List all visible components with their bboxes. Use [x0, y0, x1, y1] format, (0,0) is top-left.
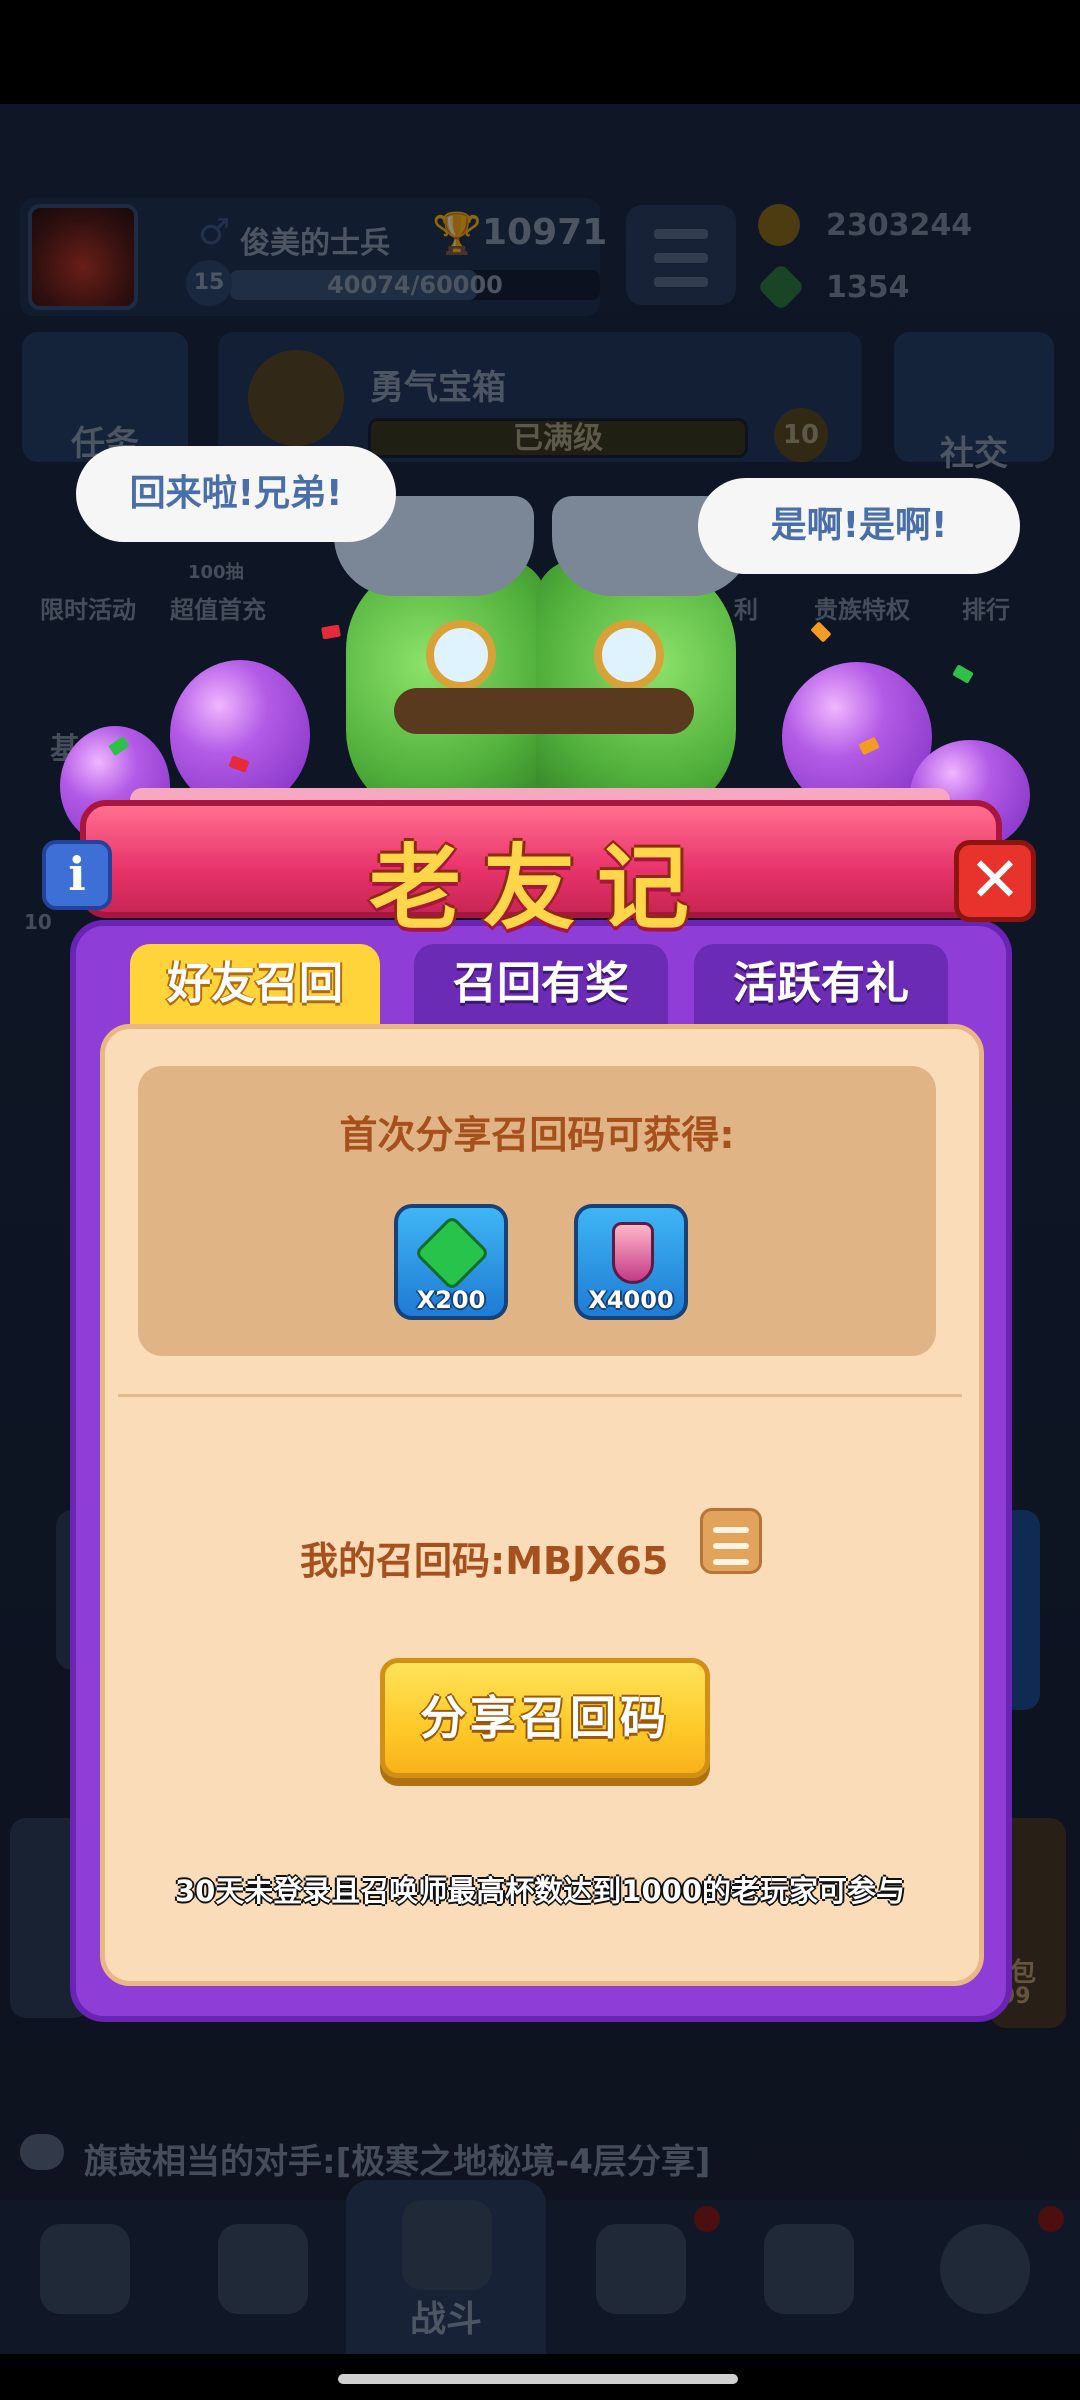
- tab-friend-recall[interactable]: 好友召回: [130, 944, 380, 1024]
- divider: [118, 1394, 962, 1397]
- eligibility-note: 30天未登录且召唤师最高杯数达到1000的老玩家可参与: [174, 1874, 906, 1908]
- copy-code-button[interactable]: [700, 1508, 762, 1574]
- share-code-button[interactable]: 分享召回码: [380, 1658, 710, 1778]
- reward-title: 首次分享召回码可获得:: [339, 1113, 735, 1157]
- monocle-icon: [594, 620, 664, 690]
- reward-item-potion[interactable]: X4000: [574, 1204, 688, 1320]
- dialog-title: 老友记: [368, 835, 711, 942]
- info-button[interactable]: i: [42, 840, 112, 910]
- share-code-label: 分享召回码: [420, 1691, 670, 1745]
- tab-active-gifts[interactable]: 活跃有礼: [694, 944, 948, 1024]
- info-icon: i: [68, 847, 86, 901]
- tab-recall-rewards[interactable]: 召回有奖: [414, 944, 668, 1024]
- mustache-icon: [394, 688, 694, 734]
- speech-bubble-right: 是啊!是啊!: [698, 478, 1020, 574]
- recall-code: 我的召回码:MBJX65: [300, 1539, 669, 1583]
- potion-icon: [612, 1222, 654, 1284]
- speech-bubble-left: 回来啦!兄弟!: [76, 446, 396, 542]
- status-bar: [0, 0, 1080, 104]
- gem-icon: [413, 1214, 491, 1292]
- reward-qty: X4000: [588, 1286, 674, 1314]
- close-icon: ✕: [969, 843, 1021, 916]
- reward-item-gems[interactable]: X200: [394, 1204, 508, 1320]
- monocle-icon: [426, 620, 496, 690]
- reward-qty: X200: [416, 1286, 486, 1314]
- home-indicator[interactable]: [338, 2374, 738, 2384]
- reward-box: 首次分享召回码可获得: X200 X4000: [138, 1066, 936, 1356]
- close-button[interactable]: ✕: [954, 840, 1036, 922]
